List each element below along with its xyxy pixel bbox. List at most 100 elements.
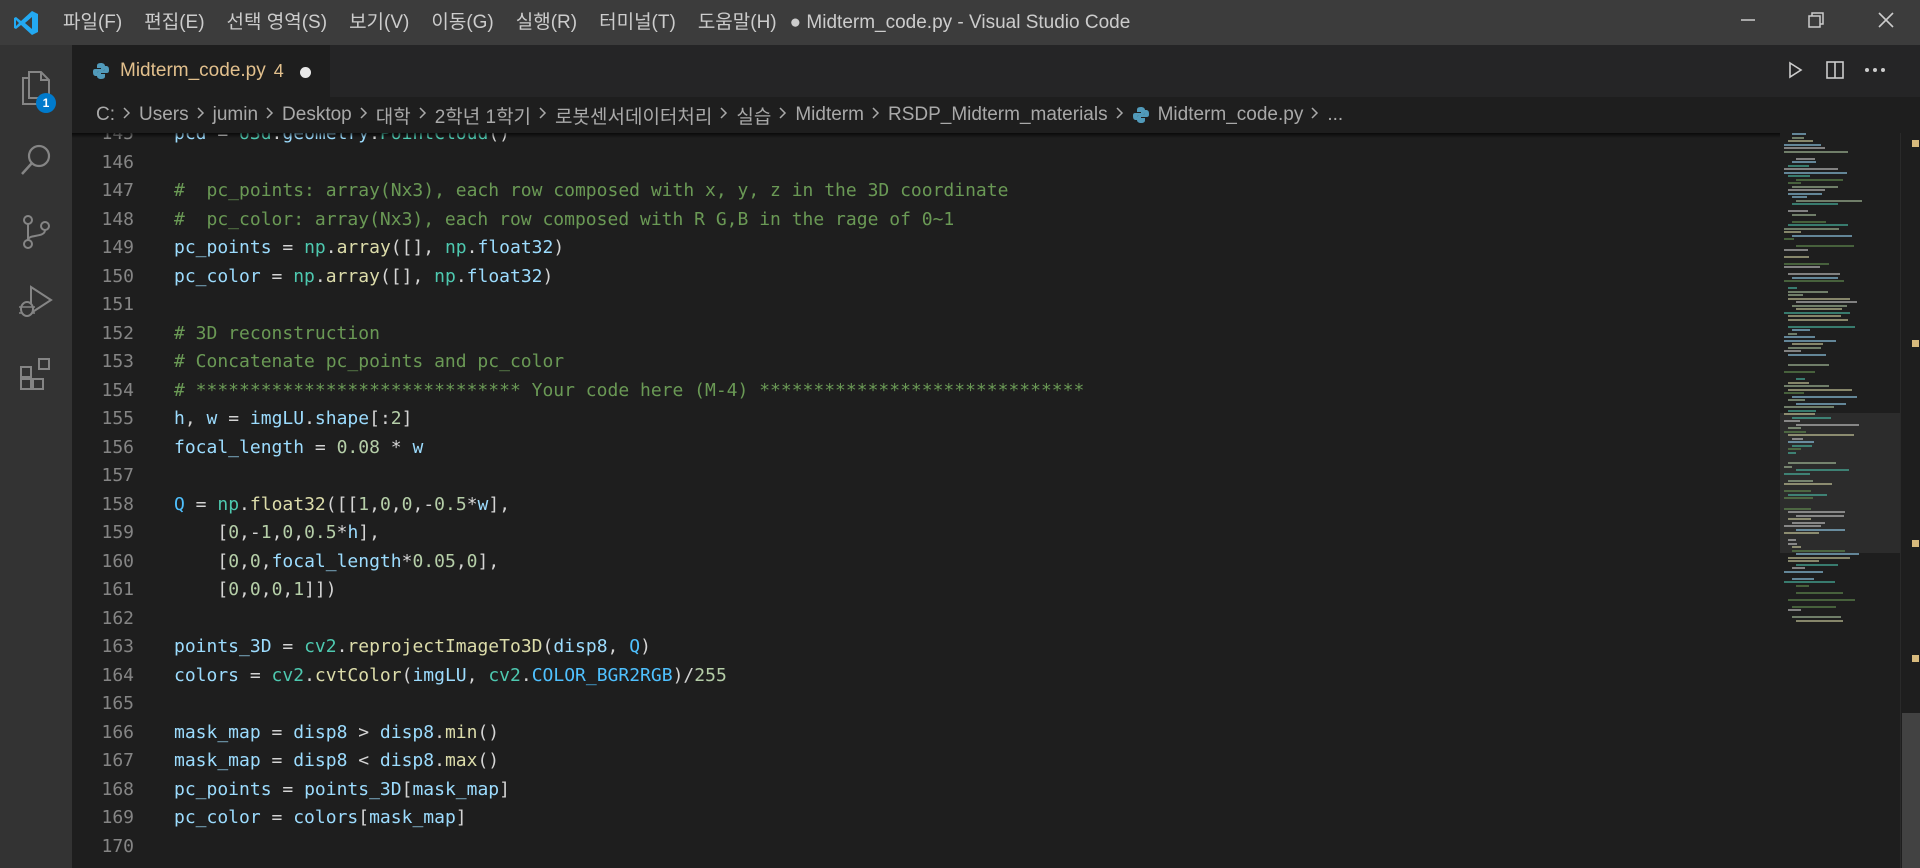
menu-item[interactable]: 실행(R) xyxy=(505,0,588,45)
code-line[interactable]: 166 mask_map = disp8 > disp8.min() xyxy=(72,719,1780,748)
code-line[interactable]: 148 # pc_color: array(Nx3), each row comp… xyxy=(72,206,1780,235)
menu-item[interactable]: 편집(E) xyxy=(133,0,215,45)
explorer-button[interactable]: 1 xyxy=(0,55,72,125)
tab-midterm-code[interactable]: Midterm_code.py 4 xyxy=(72,45,330,97)
run-python-file-button[interactable] xyxy=(1780,57,1810,87)
breadcrumb-item[interactable]: ... xyxy=(1327,104,1343,126)
code-line[interactable]: 150 pc_color = np.array([], np.float32) xyxy=(72,263,1780,292)
minimap-line xyxy=(1792,549,1845,552)
code-token: 0 xyxy=(401,493,413,515)
breadcrumb-item[interactable]: Midterm_code.py xyxy=(1158,104,1304,126)
unsaved-dot-icon[interactable] xyxy=(300,67,311,78)
source-control-button[interactable] xyxy=(0,199,72,269)
code-line[interactable]: 146 xyxy=(72,149,1780,178)
minimap-line xyxy=(1792,567,1805,569)
code-line[interactable]: 153 # Concatenate pc_points and pc_color xyxy=(72,348,1780,377)
minimap-line xyxy=(1788,511,1845,513)
chevron-right-icon xyxy=(189,104,213,126)
breadcrumb-item[interactable]: RSDP_Midterm_materials xyxy=(888,104,1108,126)
breadcrumb-item[interactable]: 대학 xyxy=(376,102,411,129)
breadcrumb-item[interactable]: Midterm xyxy=(795,104,864,126)
code-token: focal_length xyxy=(271,550,402,572)
code-line[interactable]: 167 mask_map = disp8 < disp8.max() xyxy=(72,747,1780,776)
minimap-line xyxy=(1796,402,1846,405)
minimize-button[interactable] xyxy=(1714,0,1782,45)
minimap-line xyxy=(1796,199,1862,202)
code-token: . xyxy=(239,493,250,515)
menu-item[interactable]: 터미널(T) xyxy=(588,0,687,45)
run-debug-button[interactable] xyxy=(0,269,72,339)
minimap-line xyxy=(1784,168,1838,170)
code-token: disp8 xyxy=(379,750,435,771)
code-line[interactable]: 156 focal_length = 0.08 * w xyxy=(72,434,1780,463)
code-token: , xyxy=(607,636,630,657)
code-token: array xyxy=(336,237,391,258)
code-token: disp8 xyxy=(379,721,435,743)
code-token: , xyxy=(184,408,207,429)
code-line[interactable]: 157 xyxy=(72,462,1780,491)
code-token: . xyxy=(434,750,445,771)
code-line[interactable]: 160 [0,0,focal_length*0.05,0], xyxy=(72,548,1780,577)
breadcrumb-item[interactable]: 로봇센서데이터처리 xyxy=(555,102,712,129)
code-line[interactable]: 165 xyxy=(72,690,1780,719)
breadcrumb: C: Users jumin Desktop 대학 2학년 1학기 로봇센서데이터처리 실습 M… xyxy=(72,97,1920,133)
code-line[interactable]: 169 pc_color = colors[mask_map] xyxy=(72,804,1780,833)
scrollbar-thumb[interactable] xyxy=(1902,713,1920,868)
minimap-line xyxy=(1792,276,1838,279)
minimap-line xyxy=(1788,224,1848,226)
code-line[interactable]: 151 xyxy=(72,291,1780,320)
search-button[interactable] xyxy=(0,127,72,197)
code-line[interactable]: 147 # pc_points: array(Nx3), each row com… xyxy=(72,177,1780,206)
code-line[interactable]: 158 Q = np.float32([[1,0,0,-0.5*w], xyxy=(72,491,1780,520)
code-text: [0,0,0,1]]) xyxy=(174,576,336,605)
vertical-scrollbar[interactable] xyxy=(1900,133,1920,868)
code-line[interactable]: 168 pc_points = points_3D[mask_map] xyxy=(72,776,1780,805)
code-token: COLOR_BGR2RGB xyxy=(531,664,673,686)
code-line[interactable]: 162 xyxy=(72,605,1780,634)
code-text: # pc_color: array(Nx3), each row compose… xyxy=(174,206,954,235)
minimap-line xyxy=(1788,290,1828,293)
code-token: , xyxy=(239,579,250,600)
code-line[interactable]: 164 colors = cv2.cvtColor(imgLU, cv2.COLO… xyxy=(72,662,1780,691)
chevron-right-icon xyxy=(411,104,435,126)
minimap-line xyxy=(1796,301,1857,303)
breadcrumb-item[interactable]: Users xyxy=(139,104,189,126)
breadcrumb-item[interactable]: jumin xyxy=(213,104,258,126)
code-token: Q xyxy=(174,493,185,515)
code-line[interactable]: 149 pc_points = np.array([], np.float32) xyxy=(72,234,1780,263)
breadcrumb-item[interactable]: 2학년 1학기 xyxy=(435,102,531,129)
line-number: 153 xyxy=(101,351,134,372)
restore-button[interactable] xyxy=(1782,0,1850,45)
code-line[interactable]: 155 h, w = imgLU.shape[:2] xyxy=(72,405,1780,434)
code-line[interactable]: 152 # 3D reconstruction xyxy=(72,320,1780,349)
breadcrumb-item[interactable]: Desktop xyxy=(282,104,352,126)
code-line[interactable]: 163 points_3D = cv2.reprojectImageTo3D(di… xyxy=(72,633,1780,662)
vscode-logo-icon[interactable] xyxy=(12,9,40,37)
extensions-button[interactable] xyxy=(0,341,72,411)
code-line[interactable]: 154 # ****************************** Your… xyxy=(72,377,1780,406)
breadcrumb-item[interactable]: C: xyxy=(96,104,115,126)
minimap-line xyxy=(1784,311,1850,314)
split-editor-button[interactable] xyxy=(1820,57,1850,87)
menu-item[interactable]: 보기(V) xyxy=(338,0,420,45)
code-line[interactable]: 170 xyxy=(72,833,1780,862)
minimap-line xyxy=(1788,381,1809,384)
code-line[interactable]: 161 [0,0,0,1]]) xyxy=(72,576,1780,605)
minimap-line xyxy=(1784,406,1834,408)
menu-item[interactable]: 파일(F) xyxy=(52,0,133,45)
minimize-icon xyxy=(1740,12,1756,33)
breadcrumb-item[interactable]: 실습 xyxy=(736,102,771,129)
code-token: = xyxy=(271,636,305,657)
line-number: 151 xyxy=(101,294,134,315)
code-token: ], xyxy=(488,493,511,515)
menu-item[interactable]: 도움말(H) xyxy=(687,0,788,45)
code-editor[interactable]: 145 pcd = o3d.geometry.PointCloud() 146 147… xyxy=(72,133,1780,868)
more-actions-button[interactable] xyxy=(1860,57,1890,87)
menu-item[interactable]: 선택 영역(S) xyxy=(216,0,339,45)
ellipsis-icon xyxy=(1864,60,1886,85)
menu-item[interactable]: 이동(G) xyxy=(420,0,504,45)
code-line[interactable]: 159 [0,-1,0,0.5*h], xyxy=(72,519,1780,548)
minimap[interactable] xyxy=(1780,133,1900,868)
minimap-line xyxy=(1792,133,1806,135)
close-window-button[interactable] xyxy=(1852,0,1920,45)
